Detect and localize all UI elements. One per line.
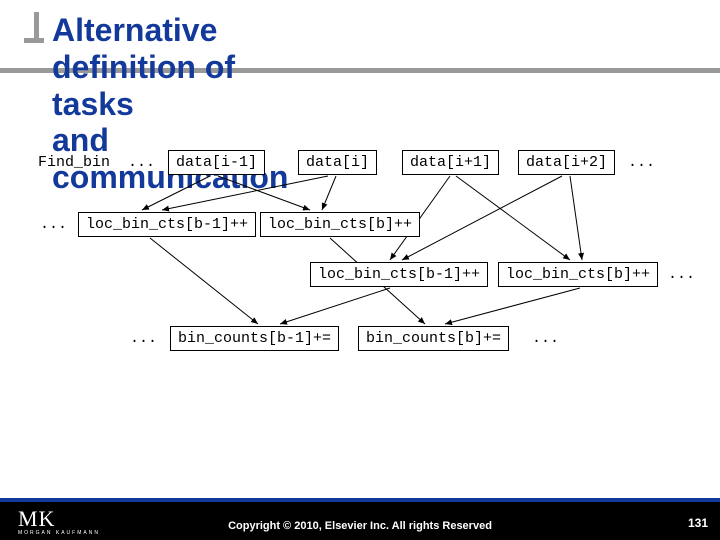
page-number: 131 [688, 516, 708, 530]
copyright-text: Copyright © 2010, Elsevier Inc. All righ… [0, 520, 720, 532]
box-data-i2: data[i+2] [518, 150, 615, 175]
box-data-i-1: data[i-1] [168, 150, 265, 175]
box-loc-b-1-b: loc_bin_cts[b-1]++ [310, 262, 488, 287]
header-tick-h [24, 38, 44, 43]
box-data-i1: data[i+1] [402, 150, 499, 175]
box-loc-b-1-a: loc_bin_cts[b-1]++ [78, 212, 256, 237]
footer-accent-bar [0, 498, 720, 502]
slide-footer: MK MORGAN KAUFMANN Copyright © 2010, Els… [0, 498, 720, 540]
box-loc-b-a: loc_bin_cts[b]++ [260, 212, 420, 237]
box-bincounts-b-1: bin_counts[b-1]+= [170, 326, 339, 351]
box-data-i: data[i] [298, 150, 377, 175]
box-loc-b-b: loc_bin_cts[b]++ [498, 262, 658, 287]
task-diagram: Find_bin ... data[i-1] data[i] data[i+1]… [0, 140, 720, 420]
title-line-1: Alternative definition of tasks [52, 12, 235, 122]
header-tick-v [34, 12, 39, 40]
box-bincounts-b: bin_counts[b]+= [358, 326, 509, 351]
